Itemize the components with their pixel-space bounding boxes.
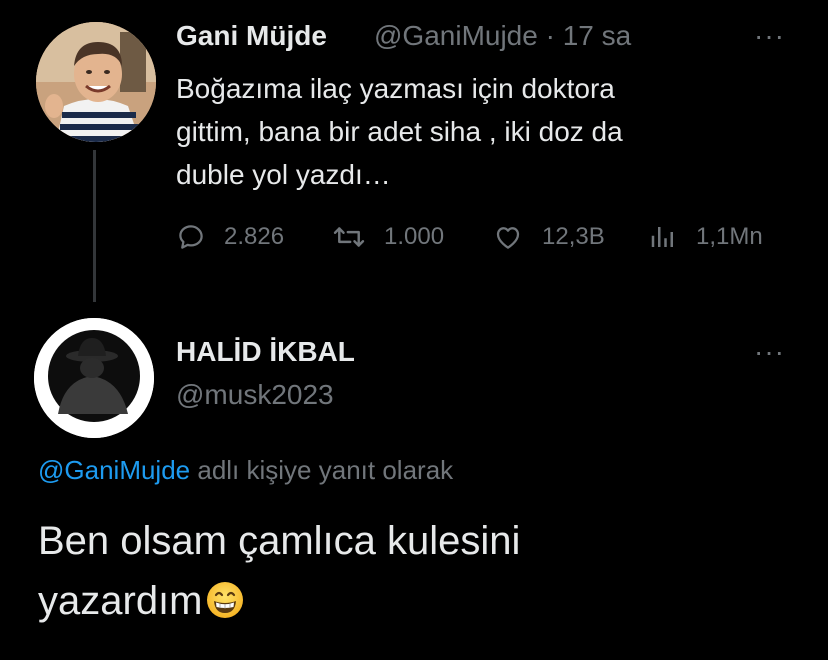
views-icon bbox=[651, 227, 673, 247]
avatar-photo bbox=[36, 22, 156, 142]
thread-connector bbox=[93, 150, 96, 302]
avatar-gani-mujde[interactable] bbox=[36, 22, 156, 142]
like-icon bbox=[496, 227, 520, 249]
reply-count: 2.826 bbox=[224, 223, 285, 250]
avatar-photo bbox=[34, 318, 154, 438]
reply-tweet-text: Ben olsam çamlıca kulesini yazardım bbox=[38, 511, 798, 637]
reply-button[interactable]: 2.826 bbox=[176, 219, 284, 255]
reply-icon bbox=[179, 225, 203, 249]
views-count: 1,1Mn bbox=[696, 223, 763, 250]
tweet-text: Boğazıma ilaç yazması için doktora gitti… bbox=[176, 73, 623, 190]
author-display-name[interactable]: Gani Müjde bbox=[176, 20, 327, 52]
replying-to-line: @GaniMujde adlı kişiye yanıt olarak bbox=[38, 455, 453, 486]
retweet-button[interactable]: 1.000 bbox=[332, 219, 444, 255]
replying-to-mention[interactable]: @GaniMujde bbox=[38, 455, 190, 485]
tweet-actions: 2.826 1.000 12,3B 1,1Mn bbox=[176, 219, 796, 255]
like-count: 12,3B bbox=[542, 223, 605, 250]
like-button[interactable]: 12,3B bbox=[492, 219, 605, 255]
replying-to-suffix: adlı kişiye yanıt olarak bbox=[190, 455, 454, 485]
grinning-face-emoji bbox=[205, 577, 245, 637]
author-meta: @GaniMujde · 17 sa bbox=[374, 20, 631, 52]
reply-more-options-button[interactable]: ··· bbox=[754, 336, 785, 368]
reply-author-display-name[interactable]: HALİD İKBAL bbox=[176, 336, 355, 368]
meta-separator: · bbox=[545, 20, 555, 51]
retweet-count: 1.000 bbox=[384, 223, 445, 250]
views-button[interactable]: 1,1Mn bbox=[648, 219, 763, 255]
retweet-icon bbox=[333, 227, 365, 247]
reply-author-handle[interactable]: @musk2023 bbox=[176, 379, 334, 411]
tweet-timestamp[interactable]: 17 sa bbox=[563, 20, 632, 51]
author-handle[interactable]: @GaniMujde bbox=[374, 20, 538, 51]
more-options-button[interactable]: ··· bbox=[754, 20, 785, 52]
reply-text: Ben olsam çamlıca kulesini yazardım bbox=[38, 519, 521, 623]
avatar-halid-ikbal[interactable] bbox=[34, 318, 154, 438]
